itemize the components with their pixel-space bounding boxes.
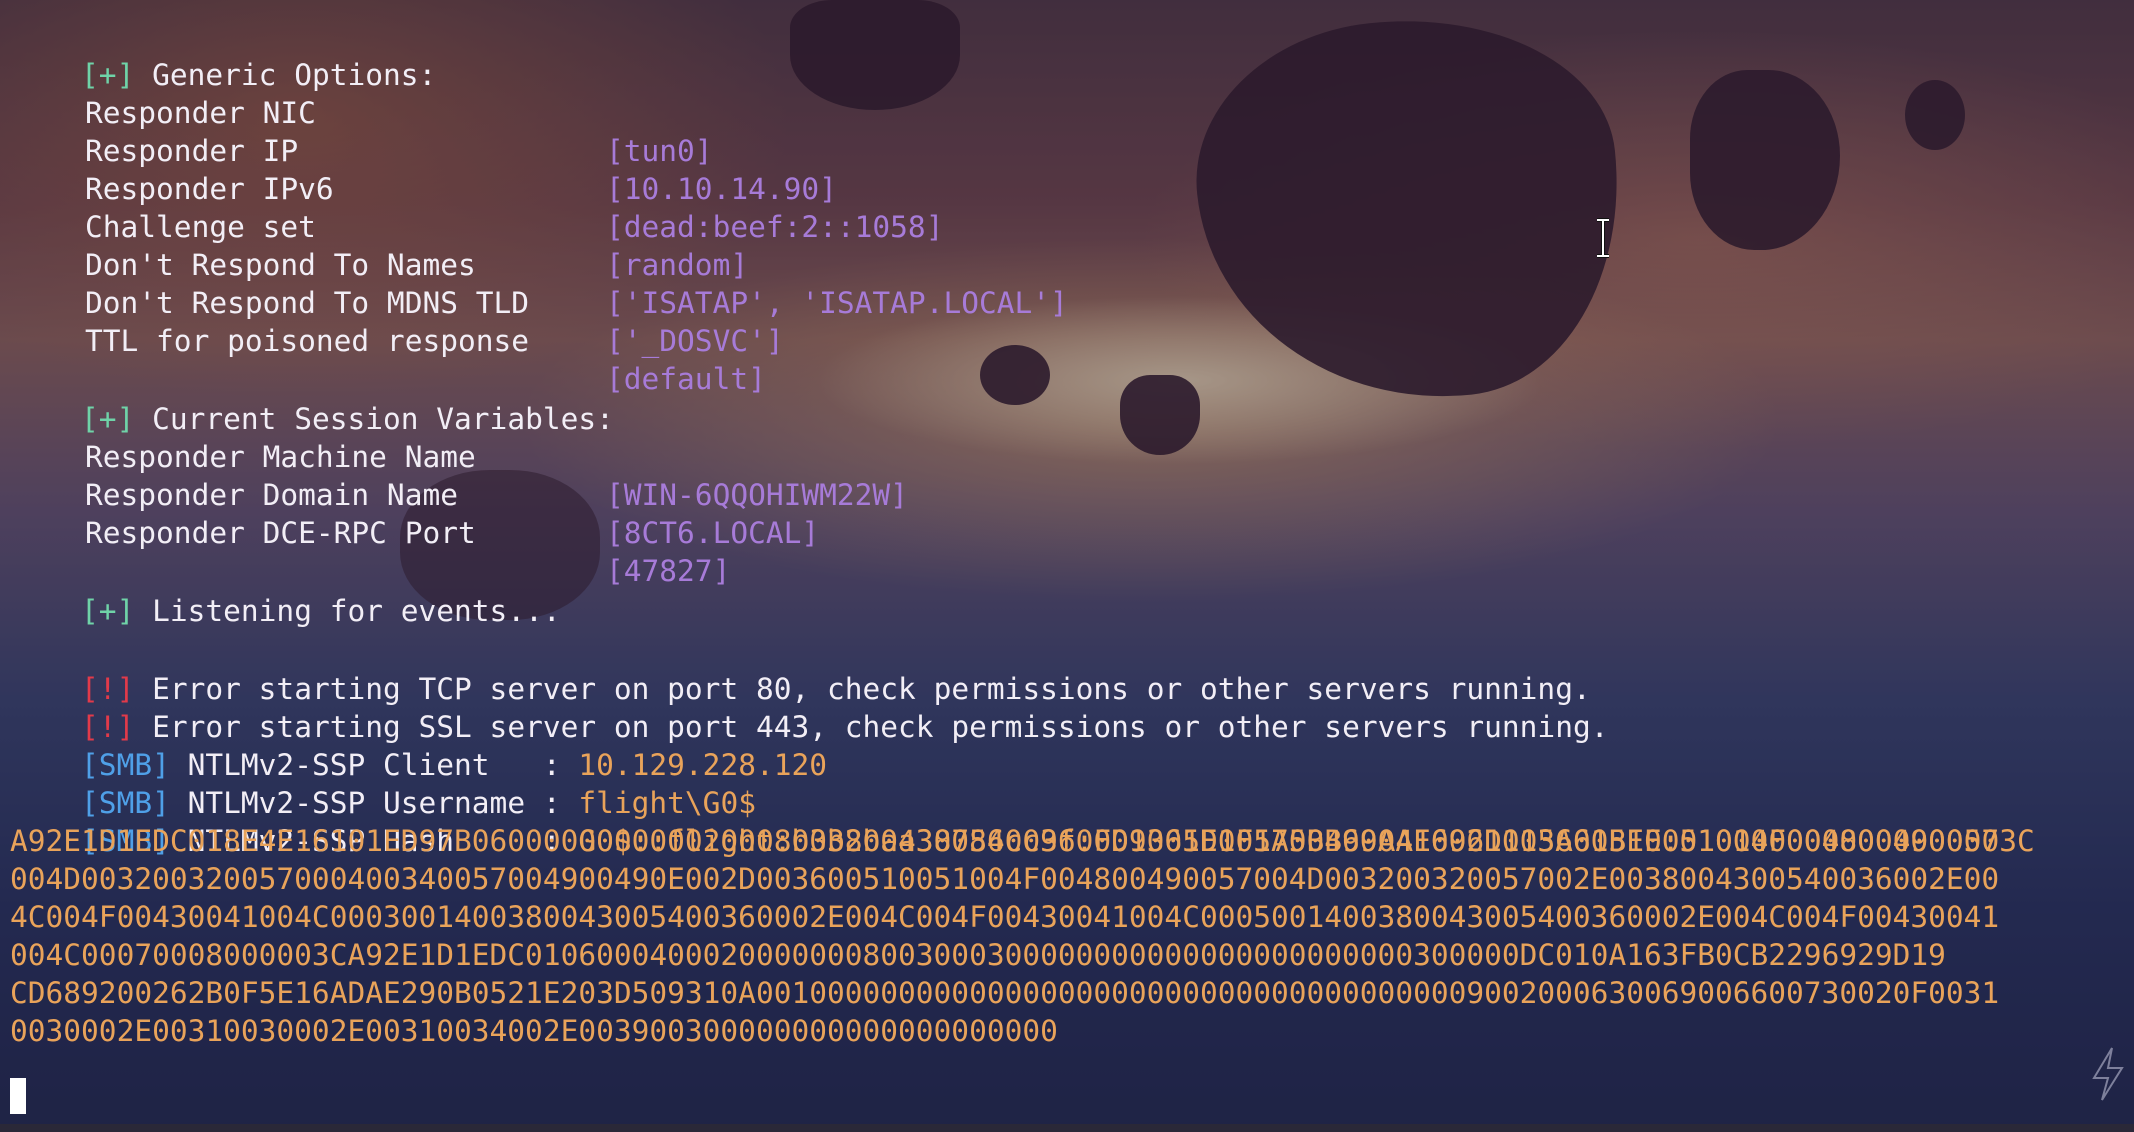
option-row: Responder IP [10.10.14.90] (10, 94, 2110, 206)
text-cursor-icon (1597, 218, 1609, 258)
info-marker: [+] (81, 594, 135, 628)
hash-continuation-line: CD689200262B0F5E16ADAE290B0521E203D50931… (10, 976, 2000, 1010)
lightning-logo-icon (2092, 1047, 2124, 1101)
terminal-cursor[interactable] (10, 1078, 26, 1114)
hash-continuation-line: 004D003200320057000400340057004900490E00… (10, 862, 2000, 896)
option-row: Don't Respond To MDNS TLD ['_DOSVC'] (10, 246, 2110, 358)
smb-username-line: [SMB] NTLMv2-SSP Username : flight\G0$ (10, 746, 756, 820)
option-row: Responder IPv6 [dead:beef:2::1058] (10, 132, 2110, 244)
section-header-session: [+] Current Session Variables: (10, 362, 614, 436)
option-row: Don't Respond To Names ['ISATAP', 'ISATA… (10, 208, 2110, 320)
option-value: ['_DOSVC'] (606, 324, 784, 358)
session-row: Responder Machine Name [WIN-6QQOHIWM22W] (10, 400, 2110, 512)
smb-hash-line: [SMB] NTLMv2-SSP Hash : G0$::flight:b3b2… (10, 784, 2035, 858)
session-label: Responder DCE-RPC Port (85, 516, 476, 550)
listening-line: [+] Listening for events... (10, 554, 561, 628)
section-header-generic: [+] Generic Options: (10, 18, 436, 92)
session-row: Responder DCE-RPC Port [47827] (10, 476, 2110, 588)
option-value: [default] (606, 362, 766, 396)
hash-continuation-line: 4C004F00430041004C0003001400380043005400… (10, 900, 2000, 934)
hash-continuation-line: 004C00070008000003CA92E1D1EDC01060004000… (10, 938, 1946, 972)
option-row: Challenge set [random] (10, 170, 2110, 282)
listening-text: Listening for events... (152, 594, 561, 628)
error-line: [!] Error starting TCP server on port 80… (10, 632, 1591, 706)
option-label: TTL for poisoned response (85, 324, 530, 358)
smb-client-line: [SMB] NTLMv2-SSP Client : 10.129.228.120 (10, 708, 827, 782)
bottom-status-strip (0, 1124, 2134, 1132)
session-row: Responder Domain Name [8CT6.LOCAL] (10, 438, 2110, 550)
option-row: Responder NIC [tun0] (10, 56, 2110, 168)
error-line: [!] Error starting SSL server on port 44… (10, 670, 1608, 744)
option-row: TTL for poisoned response [default] (10, 284, 2110, 396)
terminal-window[interactable]: [+] Generic Options: Responder NIC [tun0… (10, 18, 2130, 1118)
session-value: [8CT6.LOCAL] (606, 516, 820, 550)
hash-continuation-line: A92E1D1EDC018E4E16101ED97B06000000000002… (10, 824, 2000, 858)
session-value: [47827] (606, 554, 731, 588)
hash-continuation-line: 0030002E00310030002E00310034002E00390030… (10, 1014, 1058, 1048)
